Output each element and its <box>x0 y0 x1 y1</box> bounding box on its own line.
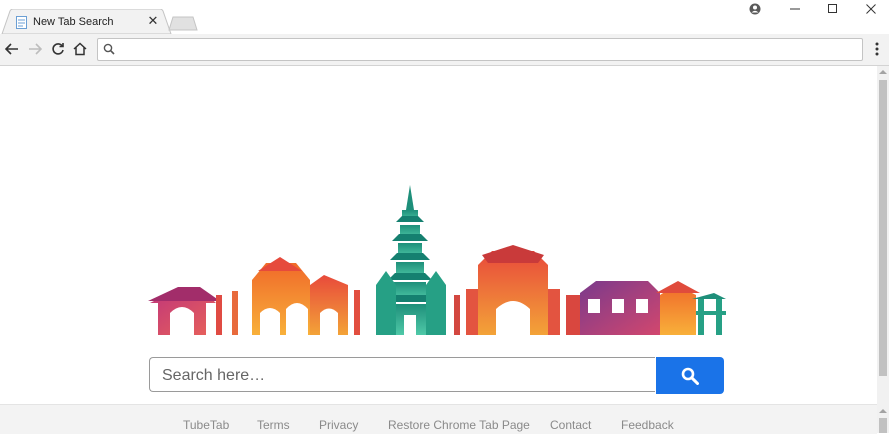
footer-link-privacy[interactable]: Privacy <box>319 418 358 432</box>
vertical-scrollbar[interactable] <box>877 66 889 433</box>
scroll-up-icon-lower[interactable] <box>879 408 887 414</box>
reload-icon <box>52 43 64 55</box>
footer: TubeTab Terms Privacy Restore Chrome Tab… <box>0 404 877 434</box>
footer-link-restore[interactable]: Restore Chrome Tab Page <box>388 418 530 432</box>
home-icon <box>73 42 87 56</box>
address-input[interactable] <box>120 41 854 59</box>
minimize-icon <box>790 8 800 10</box>
search-box[interactable] <box>149 357 655 392</box>
search-input[interactable] <box>160 365 644 387</box>
arrow-left-icon <box>5 43 18 55</box>
search-icon <box>681 367 699 385</box>
scroll-thumb-lower[interactable] <box>879 418 887 433</box>
close-window-button[interactable] <box>852 0 889 18</box>
home-button[interactable] <box>72 41 88 57</box>
page-icon <box>16 16 27 29</box>
reload-button[interactable] <box>50 41 66 57</box>
tab-title: New Tab Search <box>33 16 114 28</box>
kebab-menu-icon <box>875 42 879 56</box>
profile-icon <box>749 3 761 15</box>
browser-toolbar <box>0 34 889 66</box>
minimize-button[interactable] <box>776 0 814 18</box>
title-bar: New Tab Search ✕ <box>0 0 889 35</box>
footer-link-feedback[interactable]: Feedback <box>621 418 674 432</box>
footer-link-contact[interactable]: Contact <box>550 418 591 432</box>
tab-close-icon[interactable]: ✕ <box>146 14 160 28</box>
footer-link-terms[interactable]: Terms <box>257 418 290 432</box>
scroll-thumb[interactable] <box>879 80 887 376</box>
city-skyline-illustration <box>148 185 726 335</box>
forward-button[interactable] <box>27 41 43 57</box>
search-icon <box>103 43 115 55</box>
back-button[interactable] <box>4 41 20 57</box>
search-button[interactable] <box>656 357 724 394</box>
scroll-up-icon[interactable] <box>879 69 887 75</box>
maximize-button[interactable] <box>814 0 852 18</box>
new-tab-button[interactable] <box>168 16 198 31</box>
address-bar[interactable] <box>97 38 863 61</box>
footer-link-tubetab[interactable]: TubeTab <box>183 418 229 432</box>
arrow-right-icon <box>29 43 42 55</box>
menu-button[interactable] <box>869 41 885 57</box>
profile-button[interactable] <box>736 0 774 18</box>
maximize-icon <box>828 4 837 13</box>
close-icon <box>866 4 876 14</box>
